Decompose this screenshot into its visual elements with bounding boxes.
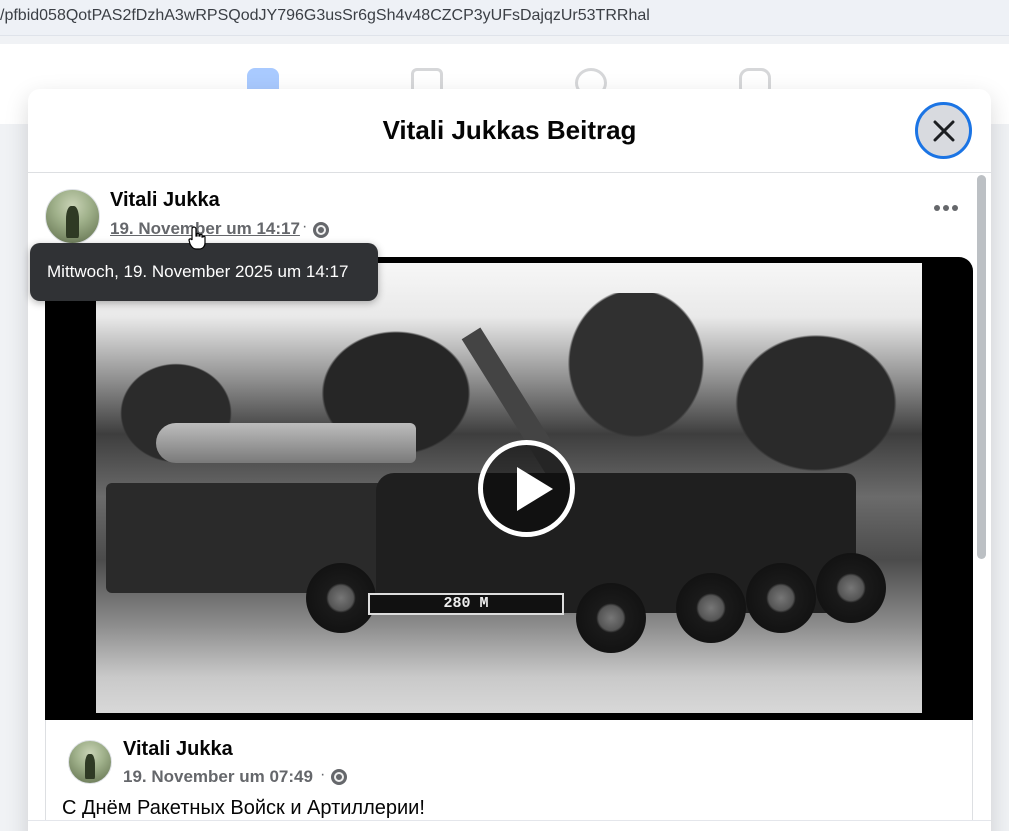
address-bar[interactable]: /pfbid058QotPAS2fDzhA3wRPSQodJY796G3usSr… [0, 0, 1009, 36]
shared-post-timestamp[interactable]: 19. November um 07:49 [123, 767, 313, 787]
video-wheel [306, 563, 376, 633]
url-text[interactable]: /pfbid058QotPAS2fDzhA3wRPSQodJY796G3usSr… [0, 7, 650, 25]
video-wheel [746, 563, 816, 633]
play-button[interactable] [478, 440, 575, 537]
globe-icon[interactable] [331, 769, 347, 785]
separator-dot: · [320, 766, 326, 783]
dialog-title: Vitali Jukkas Beitrag [382, 115, 637, 145]
separator-dot: · [302, 218, 308, 235]
more-options-icon [934, 205, 958, 211]
avatar[interactable] [45, 189, 100, 244]
dialog-scrollbar[interactable] [975, 173, 991, 831]
video-rocket [156, 423, 416, 463]
video-player[interactable]: 280 M [45, 257, 973, 720]
video-wheel [676, 573, 746, 643]
video-wheel [816, 553, 886, 623]
scroll-thumb[interactable] [977, 175, 986, 559]
video-plate-text: 280 M [368, 593, 564, 615]
shared-post-author-name[interactable]: Vitali Jukka [123, 738, 233, 761]
more-options-button[interactable] [933, 199, 963, 227]
timestamp-tooltip: Mittwoch, 19. November 2025 um 14:17 [30, 243, 378, 301]
dialog-header: Vitali Jukkas Beitrag [28, 89, 991, 173]
post-author-name[interactable]: Vitali Jukka [110, 189, 220, 212]
hand-cursor-icon [188, 226, 206, 250]
close-button[interactable] [915, 102, 972, 159]
shared-post-avatar[interactable] [68, 740, 112, 784]
video-wheel [576, 583, 646, 653]
globe-icon[interactable] [313, 222, 329, 238]
shared-post-message: С Днём Ракетных Войск и Артиллерии! [62, 797, 425, 819]
close-icon [933, 120, 955, 142]
dialog-footer [28, 820, 991, 831]
post-dialog: Vitali Jukkas Beitrag Vitali Jukka 19. N… [28, 89, 991, 831]
